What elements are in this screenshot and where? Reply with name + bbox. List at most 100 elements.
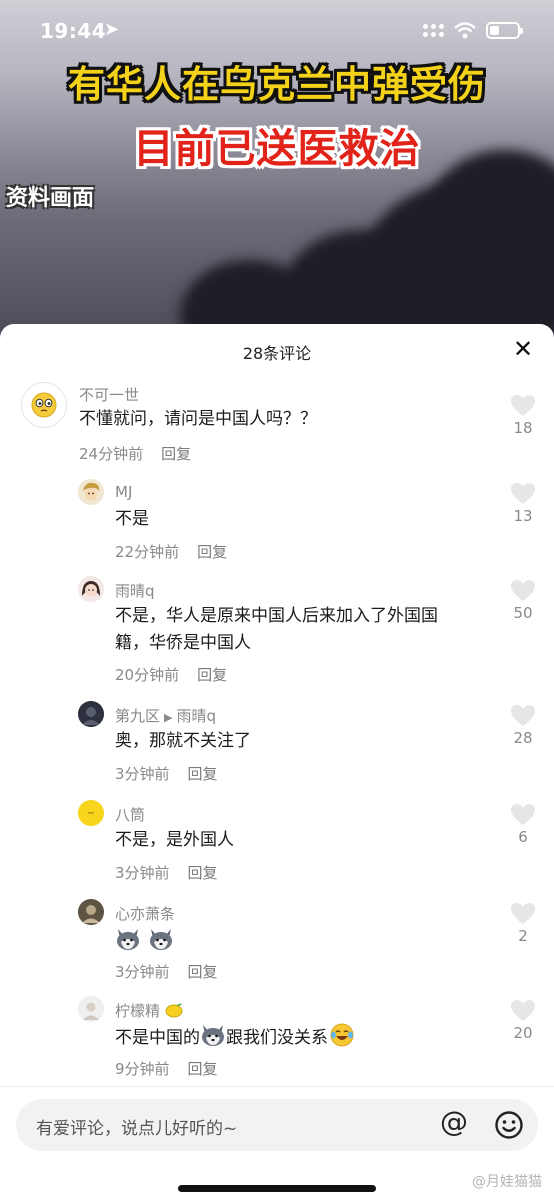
girl-avatar-icon: [78, 576, 104, 602]
comment-text: 不是，是外国人: [115, 830, 234, 850]
close-icon[interactable]: ✕: [510, 336, 536, 362]
like-count: 18: [513, 419, 533, 437]
dark-avatar-icon: [78, 701, 104, 727]
like-button[interactable]: 6: [506, 803, 540, 846]
like-count: 28: [513, 729, 533, 747]
heart-icon: [511, 804, 535, 825]
comment-text-line: 不是，华人是原来中国人后来加入了外国国: [115, 606, 438, 626]
reply-button[interactable]: 回复: [188, 1060, 218, 1078]
reply-arrow-icon: ▶: [164, 711, 173, 724]
signal-icon: [423, 24, 444, 37]
comment-input-placeholder: 有爱评论，说点儿好听的~: [36, 1119, 238, 1139]
comment-username[interactable]: 心亦萧条: [115, 903, 175, 924]
avatar[interactable]: [78, 899, 104, 925]
like-count: 13: [513, 507, 533, 525]
comment-input-bar: 有爱评论，说点儿好听的~ @ @月娃猫猫: [0, 1086, 554, 1200]
battery-icon: [486, 22, 523, 39]
comment-username[interactable]: 雨晴q: [115, 580, 155, 601]
like-button[interactable]: 2: [506, 902, 540, 945]
reply-button[interactable]: 回复: [188, 765, 218, 783]
emoji-icon[interactable]: [494, 1110, 524, 1140]
reply-button[interactable]: 回复: [188, 864, 218, 882]
cartoon-avatar-icon: [78, 479, 104, 505]
comment-time: 3分钟前: [115, 765, 170, 783]
like-count: 6: [518, 828, 528, 846]
reply-button[interactable]: 回复: [197, 543, 227, 561]
location-arrow-icon: ➤: [104, 19, 120, 40]
comment-meta: 20分钟前 回复: [115, 664, 227, 685]
avatar[interactable]: [78, 996, 104, 1022]
comment-time: 3分钟前: [115, 864, 170, 882]
heart-icon: [511, 1000, 535, 1021]
lemon-avatar-icon: [78, 996, 104, 1022]
lemon-icon: [165, 1003, 183, 1018]
watermark: @月娃猫猫: [472, 1174, 542, 1190]
heart-icon: [511, 395, 535, 416]
status-time: 19:44: [40, 19, 107, 43]
comment-meta: 9分钟前 回复: [115, 1058, 218, 1079]
comment-username[interactable]: 柠檬精: [115, 1002, 160, 1020]
yellow-avatar-icon: [78, 800, 104, 826]
comment-time: 3分钟前: [115, 963, 170, 981]
husky-emoji-icon: [117, 929, 139, 950]
video-subheadline: 目前已送医救治: [133, 126, 421, 172]
like-button[interactable]: 13: [506, 482, 540, 525]
like-count: 50: [513, 604, 533, 622]
comment-text: 不是: [115, 509, 149, 529]
comment-username[interactable]: MJ: [115, 483, 132, 501]
comment-username[interactable]: 不可一世: [79, 384, 139, 405]
like-count: 20: [513, 1024, 533, 1042]
reply-target-username[interactable]: 雨晴q: [176, 707, 216, 725]
video-headline: 有华人在乌克兰中弹受伤: [68, 63, 486, 106]
comment-text: 跟我们没关系: [226, 1028, 328, 1048]
comment-text: 不是中国的: [115, 1028, 200, 1048]
avatar[interactable]: [78, 479, 104, 505]
comment-meta: 3分钟前 回复: [115, 961, 218, 982]
comment-username[interactable]: 八筒: [115, 804, 145, 825]
like-button[interactable]: 20: [506, 999, 540, 1042]
wifi-icon: [454, 22, 476, 39]
comment-time: 20分钟前: [115, 666, 180, 684]
avatar[interactable]: [78, 576, 104, 602]
comment-text: 奥，那就不关注了: [115, 731, 251, 751]
heart-icon: [511, 705, 535, 726]
laughing-tears-emoji-icon: [330, 1023, 354, 1047]
comment-username[interactable]: 第九区: [115, 707, 160, 725]
like-button[interactable]: 18: [506, 394, 540, 437]
avatar[interactable]: [21, 382, 67, 428]
heart-icon: [511, 483, 535, 504]
comment-sheet: 28条评论 ✕ 不可一世 不懂就问，请问是中国人吗？？ 24分钟前回复 18: [0, 324, 554, 1200]
husky-emoji-icon: [202, 1025, 224, 1046]
mention-button[interactable]: @: [440, 1105, 468, 1138]
avatar[interactable]: [78, 701, 104, 727]
comment-time: 9分钟前: [115, 1060, 170, 1078]
like-button[interactable]: 28: [506, 704, 540, 747]
like-count: 2: [518, 927, 528, 945]
status-bar: 19:44 ➤: [0, 0, 554, 62]
reply-button[interactable]: 回复: [188, 963, 218, 981]
heart-icon: [511, 903, 535, 924]
comment-input[interactable]: 有爱评论，说点儿好听的~ @: [16, 1099, 538, 1151]
sheet-header: 28条评论 ✕: [0, 324, 554, 378]
heart-icon: [511, 580, 535, 601]
comment-text-row: 不是中国的 跟我们没关系: [115, 1023, 354, 1052]
reply-button[interactable]: 回复: [161, 445, 191, 463]
comment-text-line: 籍，华侨是中国人: [115, 633, 251, 653]
status-icons: [423, 22, 523, 39]
like-button[interactable]: 50: [506, 579, 540, 622]
comment-time: 24分钟前: [79, 445, 144, 463]
comment-meta: 22分钟前 回复: [115, 541, 227, 562]
photo-avatar-icon: [78, 899, 104, 925]
comment-time: 22分钟前: [115, 543, 180, 561]
comment-meta: 3分钟前 回复: [115, 763, 218, 784]
home-indicator[interactable]: [178, 1185, 376, 1192]
comment-text: 不懂就问，请问是中国人吗？？: [79, 409, 317, 429]
comment-username-line: 柠檬精: [115, 1000, 183, 1021]
husky-emoji-icon: [150, 929, 173, 950]
comment-meta: 3分钟前 回复: [115, 862, 218, 883]
comment-username-line: 第九区 ▶ 雨晴q: [115, 705, 216, 726]
avatar[interactable]: [78, 800, 104, 826]
video-background[interactable]: 19:44 ➤ 有华人在乌克兰中弹受伤 目前已送医救治 资料画面: [0, 0, 554, 340]
reply-button[interactable]: 回复: [197, 666, 227, 684]
comment-emoji-row: [115, 927, 174, 956]
